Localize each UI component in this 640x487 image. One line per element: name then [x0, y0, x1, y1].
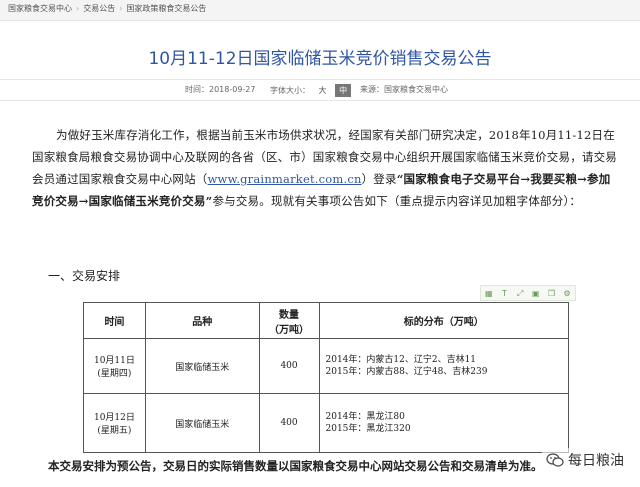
intro-paragraph: 为做好玉米库存消化工作，根据当前玉米市场供求状况，经国家有关部门研究决定，201… — [32, 124, 622, 212]
copy-icon[interactable]: ❐ — [547, 289, 556, 298]
text-icon[interactable]: T — [500, 289, 509, 298]
font-size-medium-button[interactable]: 中 — [335, 84, 352, 97]
font-size-control: 字体大小： 大 中 — [270, 84, 352, 97]
intro-text-3: 参与交易。现就有关事项公告如下（重点提示内容详见加粗字体部分）： — [212, 194, 582, 208]
header-quantity: 数量 （万吨） — [258, 302, 320, 339]
header-variety: 品种 — [144, 302, 260, 339]
wechat-icon — [546, 453, 564, 467]
table-row: 10月12日 (星期五) 国家临储玉米 400 2014年：黑龙江80 2015年：… — [83, 393, 569, 453]
breadcrumb-home[interactable]: 国家粮食交易中心 — [8, 4, 72, 13]
font-size-large-button[interactable]: 大 — [319, 85, 327, 96]
top-bar: 国家粮食交易中心 › 交易公告 › 国家政策粮食交易公告 — [0, 0, 640, 21]
breadcrumb-policy-grain[interactable]: 国家政策粮食交易公告 — [126, 4, 206, 13]
article-meta: 时间：2018-09-27 字体大小： 大 中 来源：国家粮食交易中心 — [0, 79, 640, 101]
schedule-note: 本交易安排为预公告，交易日的实际销售数量以国家粮食交易中心网站交易公告和交易清单… — [48, 459, 543, 473]
image-icon[interactable]: ▣ — [531, 289, 540, 298]
table-row: 10月11日 (星期四) 国家临储玉米 400 2014年：内蒙古12、辽宁2、吉… — [83, 338, 569, 394]
grainmarket-link[interactable]: www.grainmarket.com.cn — [208, 172, 362, 186]
cell-quantity: 400 — [258, 338, 320, 394]
publish-date: 时间：2018-09-27 — [185, 85, 256, 94]
header-time: 时间 — [83, 302, 146, 339]
article-source: 来源：国家粮食交易中心 — [360, 85, 448, 94]
settings-icon[interactable]: ⚙ — [563, 289, 572, 298]
watermark-text: 每日粮油 — [568, 453, 624, 469]
cell-variety: 国家临储玉米 — [144, 393, 260, 453]
cell-distribution: 2014年：内蒙古12、辽宁2、吉林11 2015年：内蒙古88、辽宁48、吉林2… — [318, 338, 569, 394]
breadcrumb-separator: › — [76, 4, 80, 13]
page-title: 10月11-12日国家临储玉米竞价销售交易公告 — [148, 49, 492, 69]
header-distribution: 标的分布（万吨） — [318, 302, 569, 339]
watermark: 每日粮油 — [542, 448, 628, 472]
table-toolbar: ▦ T ⤢ ▣ ❐ ⚙ — [480, 285, 576, 301]
cell-time: 10月11日 (星期四) — [83, 338, 146, 394]
expand-icon[interactable]: ⤢ — [516, 289, 525, 298]
intro-text-2: ）登录 — [361, 172, 397, 186]
breadcrumb: 国家粮食交易中心 › 交易公告 › 国家政策粮食交易公告 — [8, 3, 206, 14]
cell-time: 10月12日 (星期五) — [83, 393, 146, 453]
cell-quantity: 400 — [258, 393, 320, 453]
breadcrumb-separator: › — [119, 4, 123, 13]
breadcrumb-announcements[interactable]: 交易公告 — [83, 4, 115, 13]
table-icon[interactable]: ▦ — [484, 289, 493, 298]
cell-variety: 国家临储玉米 — [144, 338, 260, 394]
table-header-row: 时间 品种 数量 （万吨） 标的分布（万吨） — [83, 302, 569, 339]
font-size-label: 字体大小： — [270, 86, 310, 95]
trading-schedule-table: 时间 品种 数量 （万吨） 标的分布（万吨） 10月11日 (星期四) 国家临储玉米… — [83, 302, 569, 453]
cell-distribution: 2014年：黑龙江80 2015年：黑龙江320 — [318, 393, 569, 453]
section-heading: 一、交易安排 — [48, 269, 121, 283]
